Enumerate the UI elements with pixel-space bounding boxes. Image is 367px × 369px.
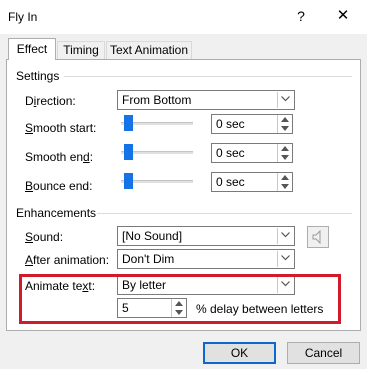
smooth-start-spinner[interactable]: 0 sec — [211, 114, 293, 134]
sound-select[interactable]: [No Sound] — [117, 226, 295, 246]
smooth-end-label: Smooth end: — [25, 150, 94, 164]
spin-up-icon[interactable] — [278, 173, 292, 182]
smooth-end-value: 0 sec — [216, 146, 245, 160]
bounce-end-slider-thumb[interactable] — [124, 173, 133, 189]
bounce-end-label: Bounce end: — [25, 179, 93, 193]
ok-button[interactable]: OK — [203, 342, 276, 364]
highlight-box — [19, 274, 341, 324]
smooth-end-spinner[interactable]: 0 sec — [211, 143, 293, 163]
smooth-start-value: 0 sec — [216, 117, 245, 131]
smooth-end-spin-buttons — [277, 144, 292, 162]
spin-up-icon[interactable] — [278, 144, 292, 153]
bounce-end-value: 0 sec — [216, 175, 245, 189]
spin-down-icon[interactable] — [278, 182, 292, 191]
enhancements-group-label: Enhancements — [16, 206, 97, 220]
title-bar — [0, 0, 367, 34]
sound-value: [No Sound] — [122, 229, 183, 243]
bounce-end-spinner[interactable]: 0 sec — [211, 172, 293, 192]
speaker-icon[interactable] — [307, 226, 329, 248]
smooth-end-slider-thumb[interactable] — [124, 144, 133, 160]
chevron-down-icon[interactable] — [277, 251, 293, 267]
smooth-start-spin-buttons — [277, 115, 292, 133]
chevron-down-icon[interactable] — [277, 228, 293, 244]
direction-label: Direction: — [25, 94, 76, 108]
smooth-start-label: Smooth start: — [25, 121, 97, 135]
smooth-start-slider-thumb[interactable] — [124, 115, 133, 131]
spin-down-icon[interactable] — [278, 124, 292, 133]
bounce-end-spin-buttons — [277, 173, 292, 191]
sound-label: Sound: — [25, 230, 64, 244]
after-animation-select[interactable]: Don't Dim — [117, 249, 295, 269]
close-button[interactable]: ✕ — [334, 6, 352, 24]
chevron-down-icon[interactable] — [277, 92, 293, 108]
cancel-button[interactable]: Cancel — [287, 342, 360, 364]
window-title: Fly In — [8, 10, 38, 24]
settings-divider — [64, 76, 352, 77]
spin-up-icon[interactable] — [278, 115, 292, 124]
after-animation-value: Don't Dim — [122, 252, 175, 266]
direction-value: From Bottom — [122, 93, 192, 107]
spin-down-icon[interactable] — [278, 153, 292, 162]
tab-effect[interactable]: Effect — [8, 38, 56, 60]
enhancements-divider — [97, 213, 352, 214]
direction-select[interactable]: From Bottom — [117, 90, 295, 110]
tab-text-animation[interactable]: Text Animation — [106, 41, 192, 59]
help-button[interactable]: ? — [294, 8, 308, 24]
tab-timing[interactable]: Timing — [57, 41, 105, 59]
settings-group-label: Settings — [16, 69, 60, 83]
after-animation-label: After animation: — [25, 253, 110, 267]
